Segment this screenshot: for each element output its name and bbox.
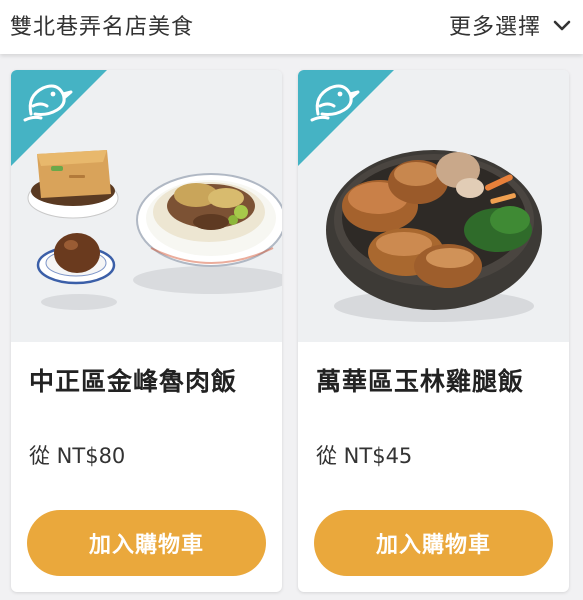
more-options-label: 更多選擇: [448, 15, 541, 40]
bird-icon: [298, 70, 394, 166]
more-options-dropdown[interactable]: 更多選擇: [449, 9, 571, 41]
product-photo-braised-pork-rice[interactable]: [11, 70, 282, 342]
add-to-cart-button[interactable]: 加入購物車: [27, 510, 266, 576]
add-to-cart-button[interactable]: 加入購物車: [314, 510, 553, 576]
product-name[interactable]: 萬華區玉林雞腿飯: [316, 362, 524, 398]
product-name[interactable]: 中正區金峰魯肉飯: [29, 362, 237, 398]
chevron-down-icon: [553, 17, 571, 36]
top-bar: 雙北巷弄名店美食 更多選擇: [0, 0, 583, 54]
product-photo-chicken-leg-rice[interactable]: [298, 70, 569, 342]
page-title: 雙北巷弄名店美食: [10, 15, 195, 40]
product-card[interactable]: 中正區金峰魯肉飯 從 NT$80 加入購物車: [11, 70, 282, 592]
product-price: 從 NT$45: [316, 444, 413, 468]
bird-icon: [11, 70, 107, 166]
product-card[interactable]: 萬華區玉林雞腿飯 從 NT$45 加入購物車: [298, 70, 569, 592]
product-price: 從 NT$80: [29, 444, 126, 468]
